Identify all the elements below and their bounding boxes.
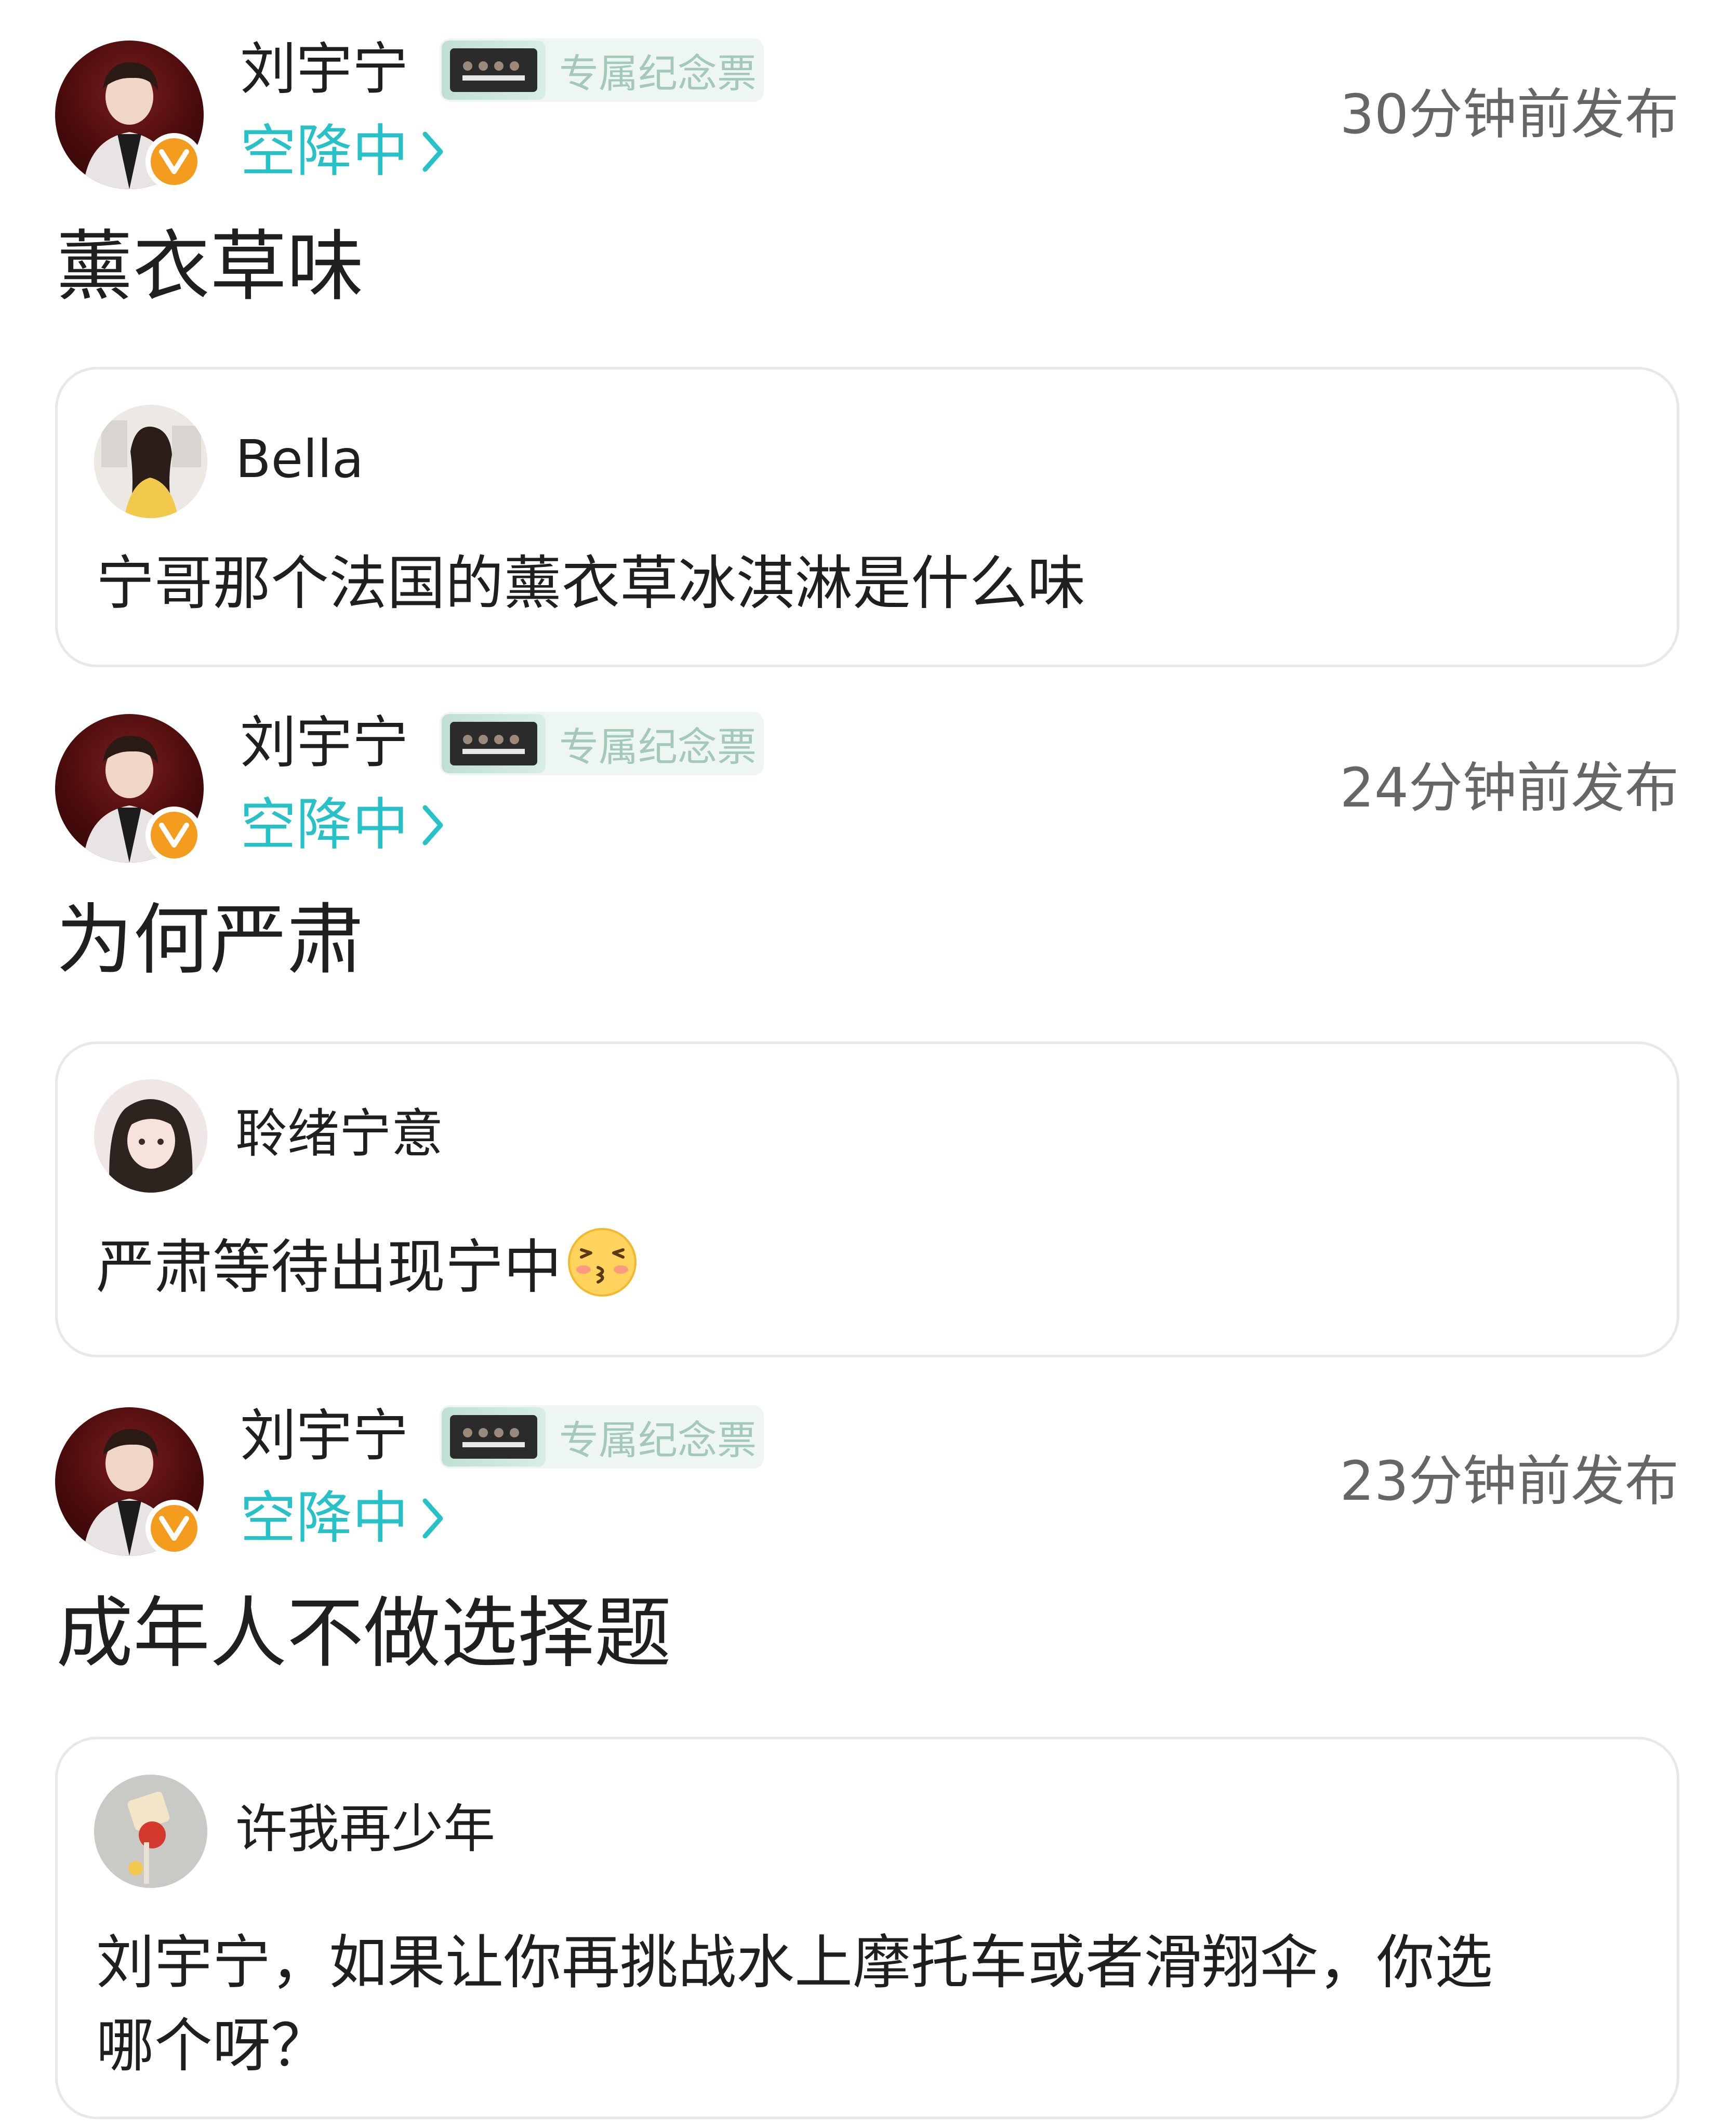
verified-v-icon [159,1516,189,1541]
reply-text-wrapper: 严肃等待出现宁中 [96,1226,1645,1309]
reply-card[interactable]: 聆绪宁意 严肃等待出现宁中 [55,1041,1679,1357]
author-name[interactable]: 刘宇宁 [240,33,408,106]
post-time: 24分钟前发布 [1340,756,1679,820]
status-link[interactable]: 空降中 [240,1482,445,1555]
status-label: 空降中 [240,1486,409,1551]
post-text: 为何严肃 [56,895,364,985]
ticket-label: 专属纪念票 [559,724,757,770]
verified-badge [145,807,203,864]
status-link[interactable]: 空降中 [240,115,445,188]
ticket-image [442,1407,546,1467]
ticket-badge[interactable]: 专属纪念票 [440,38,764,102]
post-text: 成年人不做选择题 [56,1589,671,1678]
reply-text-line: 刘宇宁，如果让你再挑战水上摩托车或者滑翔伞，你选 [96,1929,1493,1997]
chevron-right-icon [421,1497,445,1540]
ticket-thumbnail [450,722,537,765]
reply-username[interactable]: 聆绪宁意 [235,1100,443,1168]
author-name[interactable]: 刘宇宁 [240,1400,408,1473]
ticket-label: 专属纪念票 [559,50,757,97]
reply-text: 宁哥那个法国的薰衣草冰淇淋是什么味 [96,550,1085,617]
chevron-right-icon [421,130,445,174]
verified-v-icon [159,823,189,848]
reply-card[interactable]: Bella 宁哥那个法国的薰衣草冰淇淋是什么味 [55,367,1679,667]
reply-avatar[interactable] [94,405,207,518]
status-link[interactable]: 空降中 [240,789,445,862]
reply-text: 刘宇宁，如果让你再挑战水上摩托车或者滑翔伞，你选 哪个呀？ [96,1921,1645,2088]
ticket-label: 专属纪念票 [559,1417,757,1463]
reply-avatar[interactable] [94,1079,207,1193]
post-header: 刘宇宁 专属纪念票 空降中 [0,673,1736,864]
ticket-thumbnail [450,1415,537,1459]
reply-text: 严肃等待出现宁中 [96,1234,562,1301]
ticket-image [442,41,546,100]
post-text: 薰衣草味 [56,222,364,311]
reply-username[interactable]: 许我再少年 [235,1795,495,1863]
post-time: 23分钟前发布 [1340,1449,1679,1513]
post-time: 30分钟前发布 [1340,83,1679,146]
ticket-image [442,714,546,773]
post-header: 刘宇宁 专属纪念票 空降中 [0,1367,1736,1557]
reply-text-line: 哪个呀？ [96,2012,329,2080]
comment-feed: 刘宇宁 专属纪念票 空降中 30分钟前发布 薰衣草味 Bella 宁哥那个法国的… [0,0,1736,2127]
verified-badge [145,133,203,190]
ticket-badge[interactable]: 专属纪念票 [440,1405,764,1469]
status-label: 空降中 [240,792,409,857]
reply-avatar[interactable] [94,1775,207,1888]
verified-badge [145,1500,203,1557]
verified-v-icon [159,149,189,174]
reply-card[interactable]: 许我再少年 刘宇宁，如果让你再挑战水上摩托车或者滑翔伞，你选 哪个呀？ [55,1737,1679,2119]
ticket-thumbnail [450,48,537,92]
author-name[interactable]: 刘宇宁 [240,707,408,780]
chevron-right-icon [421,803,445,847]
post-header: 刘宇宁 专属纪念票 空降中 [0,0,1736,190]
status-label: 空降中 [240,119,409,184]
ticket-badge[interactable]: 专属纪念票 [440,712,764,775]
reply-username[interactable]: Bella [235,426,364,493]
blush-kiss-emoji-icon [566,1226,639,1299]
